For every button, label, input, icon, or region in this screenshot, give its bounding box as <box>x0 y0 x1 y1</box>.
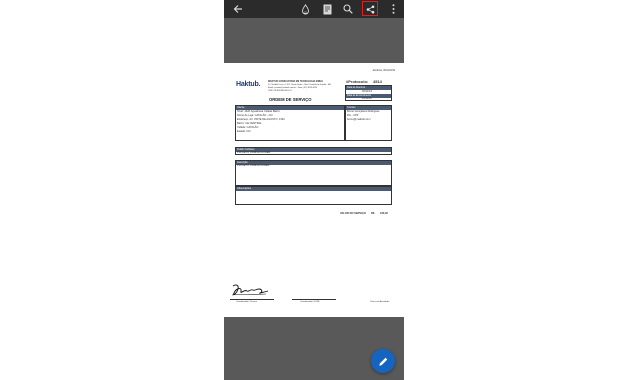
viewer-toolbar <box>224 0 404 18</box>
ink-drop-icon[interactable] <box>299 2 311 16</box>
protocol-label: #Protocolo: <box>346 79 369 84</box>
signature-label-left: Coordenador Técnico <box>236 301 257 303</box>
service-value: 180,00 <box>380 212 388 215</box>
signature-label-middle: Coordenador SOSE <box>300 301 320 303</box>
request-box: Pedido Software PROJETO ORBISLOG-WEB <box>235 147 392 155</box>
company-contact: Email: contato@maktub.com.br - Fone: (35… <box>268 87 318 89</box>
signature-image <box>231 284 269 296</box>
request-value: PROJETO ORBISLOG-WEB <box>237 151 271 155</box>
protocol-number: 4514 <box>373 79 382 84</box>
closing-date: 11/11/19 <box>362 97 372 100</box>
company-logo: Haktub. <box>236 81 261 88</box>
company-cnpj: CNPJ 28.483.885/0001-21 <box>268 90 292 92</box>
more-vertical-icon[interactable] <box>388 2 398 16</box>
notes-box: Observações <box>235 186 392 205</box>
service-value-label: VALOR DO SERVIÇO <box>340 212 366 215</box>
technician-line: bruno@maktub.com <box>347 118 371 121</box>
opening-date: 06/11/19 <box>362 89 372 93</box>
pdf-viewer-screen: Jacobina, 06/11/2019 Haktub. MAKTUB CONS… <box>224 0 404 380</box>
dates-box: Data de Abertura 06/11/19 Data de Encerr… <box>345 85 392 101</box>
document-title: ORDEM DE SERVIÇO <box>269 97 312 102</box>
edit-fab-button[interactable] <box>371 349 395 373</box>
technician-box: Técnico Bruno Gonçalves Rodrigues RG - C… <box>345 105 392 141</box>
search-icon[interactable] <box>342 2 354 16</box>
date-line: Jacobina, 06/11/2019 <box>372 69 395 72</box>
currency: R$ <box>371 212 375 215</box>
notes-header: Observações <box>236 187 391 191</box>
signature-label-right: Visto com Anuidade <box>370 301 390 303</box>
client-box: Cliente Nível: 1320 Aguabrava Cidade Bai… <box>235 105 345 141</box>
client-line: Estado: GO <box>237 130 251 133</box>
back-arrow-icon[interactable] <box>231 2 245 16</box>
share-highlight-box <box>362 1 378 16</box>
company-address: R. Cândido Lúcio, nº 471, Santo Pedro - … <box>268 84 332 86</box>
description-value: PROJETO ORBISLOGWEB <box>237 164 270 168</box>
signature-line-middle <box>292 299 336 300</box>
pencil-edit-icon <box>378 357 387 366</box>
description-box: Descrição PROJETO ORBISLOGWEB <box>235 160 392 186</box>
signature-line-left <box>230 299 274 300</box>
document-page-icon[interactable] <box>321 2 333 16</box>
company-name: MAKTUB CONSULTORIA EM TECNOLOGIA EIRELI <box>268 81 324 83</box>
pdf-page[interactable]: Jacobina, 06/11/2019 Haktub. MAKTUB CONS… <box>224 63 404 317</box>
